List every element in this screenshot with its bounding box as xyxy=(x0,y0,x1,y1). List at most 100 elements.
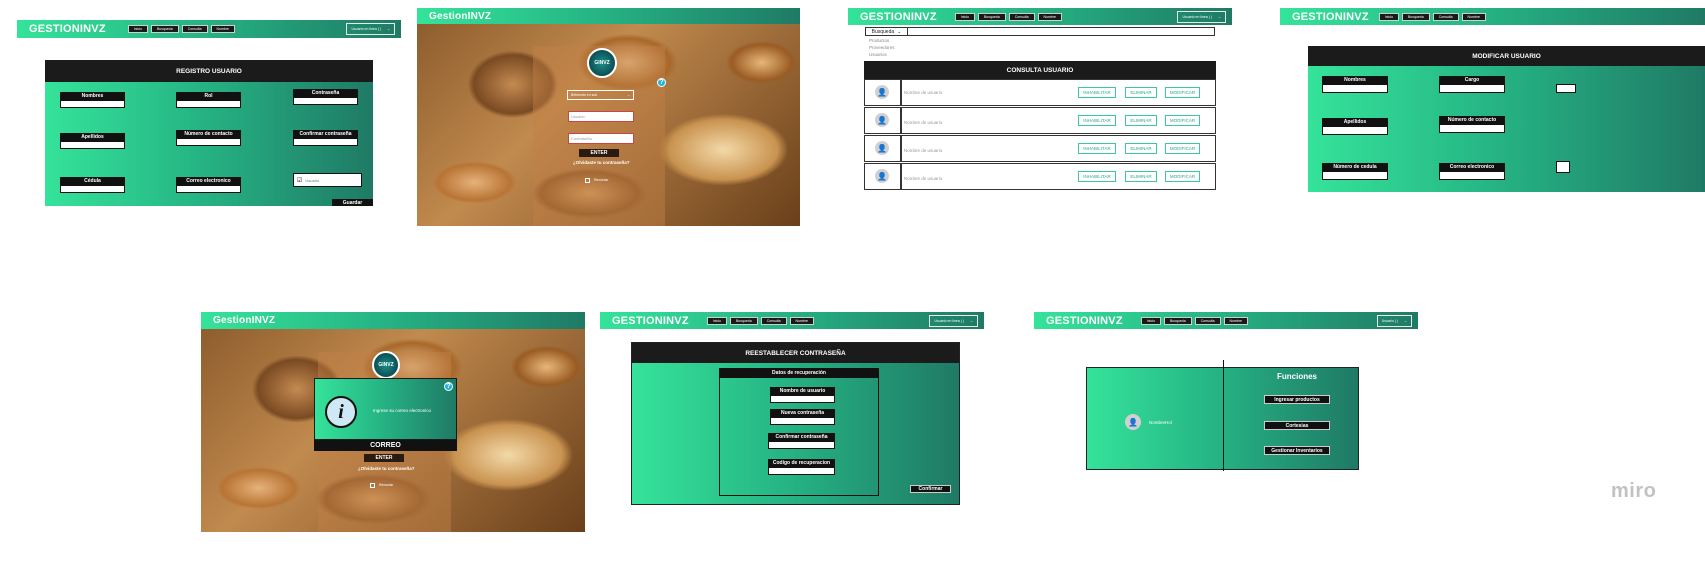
nav-inicio[interactable]: Inicio xyxy=(127,25,148,33)
input-confirm-password[interactable] xyxy=(768,441,835,449)
nav-menu: Inicio Busqueda Consulta Nombre xyxy=(1140,316,1248,325)
nav-inicio[interactable]: Inicio xyxy=(954,12,975,21)
remember-checkbox[interactable] xyxy=(370,483,375,488)
input-correo[interactable] xyxy=(1439,171,1505,180)
input-contrasena[interactable] xyxy=(293,97,358,105)
help-icon[interactable]: ? xyxy=(444,382,453,391)
nav-inicio[interactable]: Inicio xyxy=(706,316,727,325)
user-dropdown[interactable]: Usuario en linea ( ) ⌄ xyxy=(929,315,978,327)
nav-nombre[interactable]: Nombre xyxy=(210,25,235,33)
disable-button[interactable]: INHABILITAR xyxy=(1078,87,1116,98)
nav-nombre[interactable]: Nombre xyxy=(1037,12,1062,21)
consulta-table: CONSULTA USUARIO 👤 Nombre de usuario INH… xyxy=(864,61,1216,191)
nav-menu: Inicio Busqueda Consulta Nombre xyxy=(127,25,235,33)
delete-button[interactable]: ELIMINAR xyxy=(1125,115,1157,126)
input-cedula[interactable] xyxy=(60,185,125,193)
input-contacto[interactable] xyxy=(176,138,241,146)
menu-usuarios[interactable]: Usuarios xyxy=(869,52,887,57)
save-button[interactable]: Guardar xyxy=(332,199,373,206)
delete-button[interactable]: ELIMINAR xyxy=(1125,87,1157,98)
row-username: Nombre de usuario xyxy=(904,90,943,95)
modificar-frame: GESTIONINVZ Inicio Busqueda Consulta Nom… xyxy=(1280,8,1705,194)
brand-logo: GESTIONINVZ xyxy=(1046,314,1123,327)
user-dropdown[interactable]: Usuario en linea ( ) ⌄ xyxy=(1177,11,1226,23)
input-confirmar[interactable] xyxy=(293,138,358,146)
input-recovery-code[interactable] xyxy=(768,467,835,475)
label-confirmar: Confirmar contraseña xyxy=(293,130,358,138)
nav-consulta[interactable]: Consulta xyxy=(1008,12,1035,21)
forgot-password-link[interactable]: ¿Olvidaste tu contraseña? xyxy=(573,160,630,165)
nav-inicio[interactable]: Inicio xyxy=(1140,316,1161,325)
modify-button[interactable]: MODIFICAR xyxy=(1165,115,1200,126)
nav-consulta[interactable]: Consulta xyxy=(760,316,787,325)
disable-button[interactable]: INHABILITAR xyxy=(1078,143,1116,154)
remember-label: Recordar xyxy=(379,483,394,487)
cortesias-button[interactable]: Cortesias xyxy=(1264,421,1330,430)
chevron-down-icon: ⌄ xyxy=(1218,15,1221,19)
input-cedula[interactable] xyxy=(1322,171,1388,180)
delete-button[interactable]: ELIMINAR xyxy=(1125,143,1157,154)
enter-button[interactable]: ENTER xyxy=(579,149,619,157)
label-confirm-password: Confirmar contraseña xyxy=(768,433,835,441)
input-apellidos[interactable] xyxy=(1322,126,1388,135)
menu-proveedores[interactable]: Proveedores xyxy=(869,45,895,50)
input-correo[interactable] xyxy=(176,185,241,193)
login-select[interactable]: Bebiendo en sub ⌄ xyxy=(567,90,634,100)
disable-button[interactable]: INHABILITAR xyxy=(1078,171,1116,182)
user-label: Usuario en linea ( ) xyxy=(934,319,965,323)
nav-nombre[interactable]: Nombre xyxy=(789,316,814,325)
user-dropdown[interactable]: Usuario en linea ( ) ⌄ xyxy=(346,23,395,35)
menu-productos[interactable]: Productos xyxy=(869,38,889,43)
nav-consulta[interactable]: Consulta xyxy=(1432,12,1459,21)
modify-button[interactable]: MODIFICAR xyxy=(1165,171,1200,182)
disable-button[interactable]: INHABILITAR xyxy=(1078,115,1116,126)
funciones-panel: 👤 NombreHol Funciones Ingresar productos… xyxy=(1086,360,1359,471)
forgot-password-link[interactable]: ¿Olvidaste tu contraseña? xyxy=(358,466,415,471)
brand-logo: GestionINVZ xyxy=(213,315,276,326)
correo-bar[interactable]: CORREO xyxy=(314,440,457,451)
user-dropdown[interactable]: Usuario ( ) ⌄ xyxy=(1376,315,1412,327)
gestionar-inventarios-button[interactable]: Gestionar Inventarios xyxy=(1264,446,1330,455)
nav-busqueda[interactable]: Busqueda xyxy=(729,316,758,325)
nav-busqueda[interactable]: Busqueda xyxy=(1163,316,1192,325)
nav-busqueda[interactable]: Busqueda xyxy=(1401,12,1430,21)
input-cargo[interactable] xyxy=(1439,84,1505,93)
input-new-password[interactable] xyxy=(770,417,835,425)
search-dropdown[interactable]: Busqueda ⌄ xyxy=(865,27,1215,36)
enter-button[interactable]: ENTER xyxy=(364,454,404,462)
nav-busqueda[interactable]: Busqueda xyxy=(150,25,179,33)
input-username[interactable] xyxy=(770,395,835,403)
nav-busqueda[interactable]: Busqueda xyxy=(977,12,1006,21)
delete-button[interactable]: ELIMINAR xyxy=(1125,171,1157,182)
nav-consulta[interactable]: Consulta xyxy=(1194,316,1221,325)
input-contacto[interactable] xyxy=(1439,124,1505,133)
user-label: Usuario ( ) xyxy=(1381,319,1399,323)
input-cut-off[interactable] xyxy=(1556,84,1576,93)
search-dropdown-button[interactable]: Busqueda ⌄ xyxy=(866,28,908,35)
nav-inicio[interactable]: Inicio xyxy=(1378,12,1399,21)
input-apellidos[interactable] xyxy=(60,141,125,149)
check-icon: ☑ xyxy=(297,177,303,184)
nav-nombre[interactable]: Nombre xyxy=(1223,316,1248,325)
user-label: Usuario en linea ( ) xyxy=(351,27,382,31)
header-bar: GESTIONINVZ Inicio Busqueda Consulta Nom… xyxy=(17,20,401,38)
password-input[interactable]: Contraseña xyxy=(568,133,634,144)
table-row: 👤 Nombre de usuario INHABILITAR ELIMINAR… xyxy=(864,135,1216,162)
ingresar-productos-button[interactable]: Ingresar productos xyxy=(1264,395,1330,404)
username-input[interactable]: Usuario xyxy=(568,111,634,122)
user-checkbox-field[interactable]: ☑ Usuario xyxy=(293,173,362,187)
checkbox-cut-off[interactable] xyxy=(1556,161,1570,173)
modify-button[interactable]: MODIFICAR xyxy=(1165,143,1200,154)
remember-checkbox[interactable] xyxy=(585,178,590,183)
confirm-button[interactable]: Confirmar xyxy=(910,485,951,493)
nav-nombre[interactable]: Nombre xyxy=(1461,12,1486,21)
reset-title: REESTABLECER CONTRASEÑA xyxy=(632,343,959,363)
row-username: Nombre de usuario xyxy=(904,148,943,153)
nav-consulta[interactable]: Consulta xyxy=(181,25,208,33)
input-nombres[interactable] xyxy=(1322,84,1388,93)
input-rol[interactable] xyxy=(176,100,241,108)
row-divider xyxy=(900,108,902,133)
help-icon[interactable]: ? xyxy=(657,78,666,87)
modify-button[interactable]: MODIFICAR xyxy=(1165,87,1200,98)
input-nombres[interactable] xyxy=(60,100,125,108)
